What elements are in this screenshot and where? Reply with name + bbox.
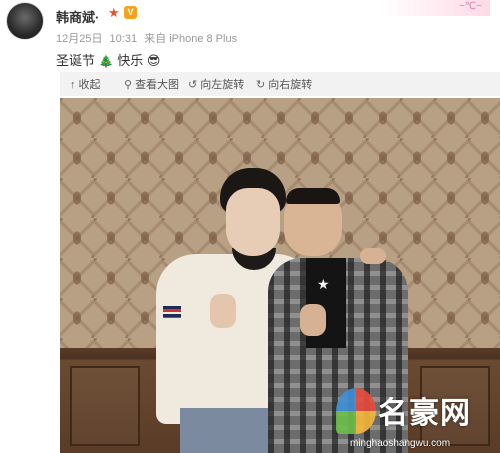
content-text-before: 圣诞节	[56, 53, 96, 68]
post-content: 圣诞节 🎄 快乐 😎	[56, 50, 160, 69]
avatar[interactable]	[6, 2, 44, 40]
content-text-after: 快乐	[117, 53, 144, 68]
post-meta: 12月25日 10:31 来自 iPhone 8 Plus	[56, 30, 241, 46]
magnifier-icon: ⚲	[124, 79, 133, 91]
person-left-hand	[210, 294, 236, 328]
post-photo[interactable]: ★ 名豪网 minghaoshangwu.com	[60, 98, 500, 453]
view-large-button[interactable]: ⚲ 查看大图	[124, 76, 179, 92]
rotate-right-icon: ↻	[256, 79, 266, 91]
collapse-arrow-icon: ↑	[70, 79, 76, 91]
post-date[interactable]: 12月25日	[56, 33, 102, 45]
post-source: 来自 iPhone 8 Plus	[144, 33, 238, 45]
person-right-hair	[286, 188, 340, 204]
watermark-title: 名豪网	[378, 397, 471, 430]
rotate-right-label: 向右旋转	[268, 79, 313, 91]
post-time[interactable]: 10:31	[110, 33, 138, 45]
person-left-face	[226, 188, 280, 256]
rotate-left-icon: ↺	[188, 79, 198, 91]
hand-on-shoulder	[360, 248, 386, 264]
weibo-post: ~℃~ 韩商斌· ★ V 12月25日 10:31 来自 iPhone 8 Pl…	[0, 0, 500, 453]
vip-badge-icon[interactable]: V	[124, 6, 137, 19]
sweater-stripe	[163, 306, 181, 318]
christmas-tree-icon: 🎄	[98, 54, 114, 68]
rotate-right-button[interactable]: ↻ 向右旋转	[256, 76, 312, 92]
star-icon: ★	[108, 5, 120, 20]
collapse-label: 收起	[78, 79, 101, 91]
person-right-hand	[300, 304, 326, 336]
author-name[interactable]: 韩商斌·	[56, 7, 99, 26]
watermark-logo	[336, 388, 376, 434]
header-decoration-text: ~℃~	[459, 1, 482, 12]
view-large-label: 查看大图	[135, 79, 180, 91]
watermark-url: minghaoshangwu.com	[350, 438, 451, 449]
collapse-button[interactable]: ↑ 收起	[70, 76, 101, 92]
tshirt-star-icon: ★	[317, 276, 330, 292]
sunglasses-emoji-icon: 😎	[146, 53, 161, 68]
wood-panel	[70, 366, 140, 446]
image-toolbar: ↑ 收起 ⚲ 查看大图 ↺ 向左旋转 ↻ 向右旋转	[60, 72, 500, 96]
rotate-left-button[interactable]: ↺ 向左旋转	[188, 76, 244, 92]
rotate-left-label: 向左旋转	[200, 79, 245, 91]
